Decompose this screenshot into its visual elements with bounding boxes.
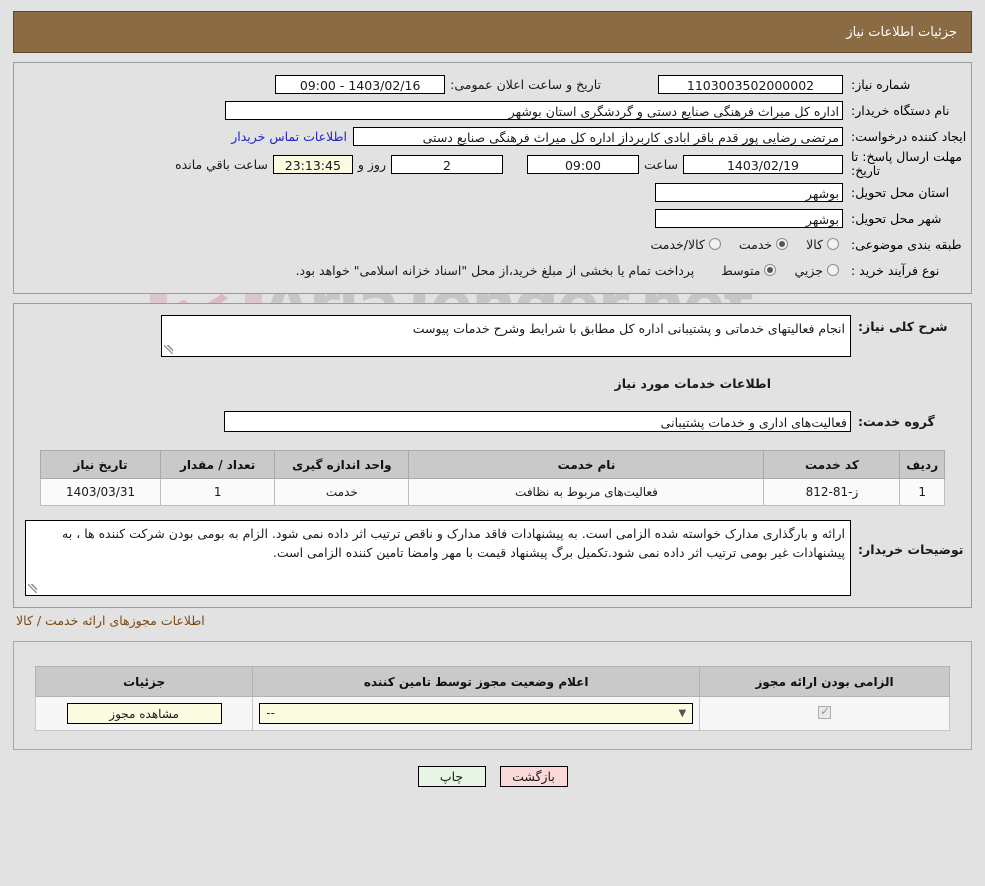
- cell-service-name: فعالیت‌های مربوط به نظافت: [408, 478, 765, 506]
- form-row-deadline: مهلت ارسال پاسخ: تا تاریخ: 1403/02/19 سا…: [14, 149, 971, 179]
- col-permit-details: جزئیات: [34, 666, 254, 697]
- cell-unit: خدمت: [274, 478, 410, 506]
- cell-row-no: 1: [899, 478, 945, 506]
- announcement-datetime-label: تاریخ و ساعت اعلان عمومی:: [450, 76, 601, 92]
- services-panel: شرح کلی نیاز: انجام فعالیتهای خدماتی و پ…: [13, 303, 972, 608]
- cell-service-code: ز-81-812: [763, 478, 901, 506]
- need-number-field[interactable]: 1103003502000002: [658, 74, 843, 94]
- form-row-city: شهر محل تحویل: بوشهر: [14, 205, 971, 231]
- form-row-category: طبقه بندی موضوعی: کالا خدمت کالا/خدمت: [14, 231, 971, 257]
- city-label: شهر محل تحویل:: [851, 210, 942, 226]
- items-table: ردیف کد خدمت نام خدمت واحد اندازه گیری ت…: [39, 450, 945, 506]
- general-description-row: شرح کلی نیاز: انجام فعالیتهای خدماتی و پ…: [14, 314, 971, 358]
- col-need-date: تاریخ نیاز: [39, 450, 162, 479]
- remaining-days-label: روز و: [357, 156, 386, 172]
- buyer-notes-label: توضیحات خریدار:: [858, 542, 964, 557]
- permit-status-select[interactable]: ▼ --: [259, 703, 694, 724]
- buyer-notes-row: توضیحات خریدار: ارائه و بارگذاری مدارک خ…: [14, 519, 971, 597]
- services-header: اطلاعات خدمات مورد نیاز: [614, 375, 772, 391]
- need-info-panel: شماره نیاز: 1103003502000002 تاریخ و ساع…: [13, 62, 972, 294]
- radio-category-kala-khedmat[interactable]: [708, 238, 721, 250]
- service-group-label: گروه خدمت:: [858, 413, 935, 429]
- buyer-org-field[interactable]: اداره کل میراث فرهنگی صنایع دستی و گردشگ…: [225, 100, 843, 120]
- cell-need-date: 1403/03/31: [39, 478, 162, 506]
- back-button[interactable]: بازگشت: [499, 766, 568, 787]
- view-permit-button[interactable]: مشاهده مجوز: [66, 703, 222, 724]
- page-header: جزئیات اطلاعات نیاز: [13, 11, 972, 53]
- remaining-clock-label: ساعت باقي مانده: [175, 156, 268, 172]
- col-permit-status: اعلام وضعیت مجوز توسط تامین کننده: [252, 666, 701, 697]
- radio-category-khedmat-label: خدمت: [738, 236, 773, 252]
- table-row: 1 ز-81-812 فعالیت‌های مربوط به نظافت خدم…: [39, 478, 945, 506]
- chevron-down-icon: ▼: [678, 708, 687, 719]
- service-group-field[interactable]: فعالیت‌های اداری و خدمات پشتیبانی: [224, 410, 851, 432]
- form-row-province: استان محل تحویل: بوشهر: [14, 179, 971, 205]
- footer-actions: بازگشت چاپ: [0, 766, 985, 787]
- radio-category-kala-label: کالا: [806, 236, 823, 252]
- radio-process-jozei[interactable]: [827, 264, 839, 276]
- creator-field[interactable]: مرتضی رضایی پور قدم باقر ابادی کاربرداز …: [353, 126, 843, 146]
- cell-quantity: 1: [160, 478, 276, 506]
- permits-caption: اطلاعات مجوزهای ارائه خدمت / کالا: [16, 613, 205, 628]
- category-label: طبقه بندی موضوعی:: [851, 236, 962, 252]
- services-header-row: اطلاعات خدمات مورد نیاز: [14, 370, 971, 396]
- items-table-wrapper: ردیف کد خدمت نام خدمت واحد اندازه گیری ت…: [14, 450, 971, 506]
- col-service-name: نام خدمت: [408, 450, 765, 479]
- permit-status-value: --: [266, 706, 275, 720]
- creator-label: ایجاد کننده درخواست:: [851, 128, 967, 144]
- buyer-org-label: نام دستگاه خریدار:: [851, 102, 950, 118]
- form-row-creator: ایجاد کننده درخواست: مرتضی رضایی پور قدم…: [14, 123, 971, 149]
- radio-category-khedmat[interactable]: [776, 238, 789, 250]
- buyer-contact-link[interactable]: اطلاعات تماس خریدار: [225, 129, 353, 144]
- service-group-row: گروه خدمت: فعالیت‌های اداری و خدمات پشتی…: [14, 408, 971, 434]
- cell-permit-details: مشاهده مجوز: [34, 696, 254, 731]
- col-row-no: ردیف: [899, 450, 945, 479]
- col-permit-required: الزامی بودن ارائه مجوز: [699, 666, 950, 697]
- form-row-need-number: شماره نیاز: 1103003502000002 تاریخ و ساع…: [14, 71, 971, 97]
- cell-permit-required: [699, 696, 950, 731]
- deadline-time-field[interactable]: 09:00: [526, 154, 639, 174]
- form-row-buyer-org: نام دستگاه خریدار: اداره کل میراث فرهنگی…: [14, 97, 971, 123]
- col-quantity: تعداد / مقدار: [160, 450, 276, 479]
- general-description-textarea[interactable]: انجام فعالیتهای خدماتی و پشتیبانی اداره …: [161, 315, 851, 357]
- col-service-code: کد خدمت: [763, 450, 901, 479]
- city-field[interactable]: بوشهر: [655, 208, 843, 228]
- general-description-label: شرح کلی نیاز:: [858, 319, 948, 334]
- radio-process-motevaset[interactable]: [764, 264, 777, 276]
- remaining-clock-field: 23:13:45: [272, 154, 353, 174]
- province-field[interactable]: بوشهر: [655, 182, 843, 202]
- treasury-note: پرداخت تمام یا بخشی از مبلغ خرید،از محل …: [295, 262, 695, 278]
- permit-required-checkbox[interactable]: [818, 704, 832, 719]
- remaining-days-field: 2: [390, 154, 503, 174]
- deadline-date-field[interactable]: 1403/02/19: [683, 154, 843, 174]
- permits-row: ▼ -- مشاهده مجوز: [34, 696, 950, 731]
- radio-process-jozei-label: جزیي: [794, 262, 823, 278]
- print-button[interactable]: چاپ: [417, 766, 486, 787]
- radio-category-kala[interactable]: [827, 238, 839, 250]
- items-table-header-row: ردیف کد خدمت نام خدمت واحد اندازه گیری ت…: [39, 450, 945, 479]
- province-label: استان محل تحویل:: [851, 184, 950, 200]
- permits-header-row: الزامی بودن ارائه مجوز اعلام وضعیت مجوز …: [34, 666, 950, 697]
- deadline-time-label: ساعت: [643, 156, 678, 172]
- permits-table: الزامی بودن ارائه مجوز اعلام وضعیت مجوز …: [34, 666, 950, 731]
- radio-process-motevaset-label: متوسط: [721, 262, 761, 278]
- need-number-label: شماره نیاز:: [851, 76, 911, 92]
- radio-category-kala-khedmat-label: کالا/خدمت: [650, 236, 705, 252]
- permits-panel: الزامی بودن ارائه مجوز اعلام وضعیت مجوز …: [13, 641, 972, 750]
- buyer-notes-textarea[interactable]: ارائه و بارگذاری مدارک خواسته شده الزامی…: [25, 520, 851, 596]
- form-row-process: نوع فرآیند خرید : جزیي متوسط پرداخت تمام…: [14, 257, 971, 283]
- page-title: جزئیات اطلاعات نیاز: [846, 24, 957, 40]
- col-unit: واحد اندازه گیری: [274, 450, 410, 479]
- process-label: نوع فرآیند خرید :: [851, 262, 940, 278]
- cell-permit-status: ▼ --: [252, 696, 701, 731]
- announcement-datetime-field[interactable]: 1403/02/16 - 09:00: [275, 74, 446, 94]
- deadline-label: مهلت ارسال پاسخ: تا تاریخ:: [851, 149, 962, 178]
